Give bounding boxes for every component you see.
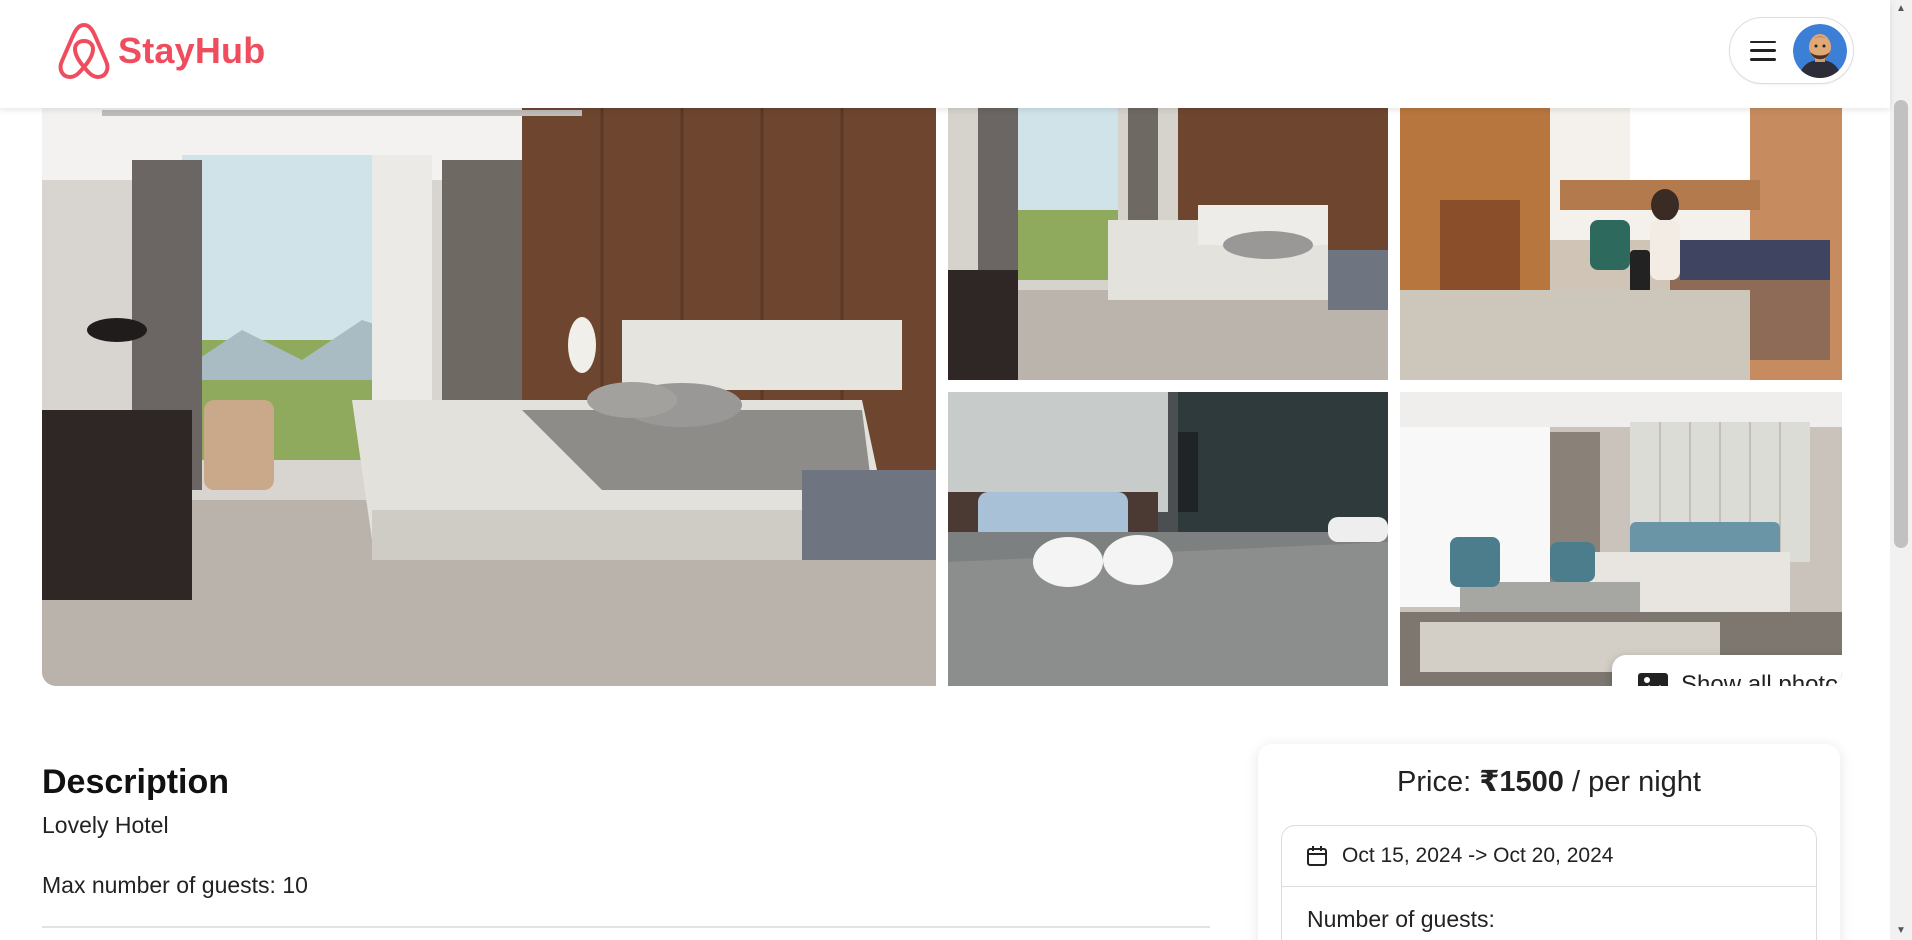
photo-gallery: Show all photos: [42, 40, 1842, 686]
booking-form: Oct 15, 2024 -> Oct 20, 2024 Number of g…: [1281, 825, 1817, 940]
date-range-value: Oct 15, 2024 -> Oct 20, 2024: [1342, 844, 1614, 867]
image-icon: [1638, 672, 1668, 686]
section-divider: [42, 926, 1210, 928]
hotel-room-main-photo[interactable]: [42, 40, 936, 686]
calendar-icon: [1307, 846, 1327, 866]
user-menu-button[interactable]: [1729, 17, 1854, 84]
scroll-down-arrow-icon[interactable]: ▼: [1890, 922, 1912, 940]
price-line: Price: ₹1500 / per night: [1258, 764, 1840, 799]
description-text: Lovely Hotel: [42, 812, 169, 838]
guests-label: Number of guests:: [1307, 906, 1495, 932]
user-avatar: [1793, 23, 1847, 78]
hamburger-icon: [1750, 40, 1776, 61]
hotel-room-photo-4[interactable]: [948, 392, 1388, 686]
show-all-photos-label: Show all photos: [1681, 670, 1842, 687]
brand-name: StayHub: [118, 30, 266, 71]
price-prefix: Price:: [1397, 766, 1480, 798]
max-guests-text: Max number of guests: 10: [42, 872, 308, 898]
scroll-up-arrow-icon[interactable]: ▲: [1890, 0, 1912, 18]
date-range-picker[interactable]: Oct 15, 2024 -> Oct 20, 2024: [1282, 826, 1816, 887]
show-all-photos-button[interactable]: Show all photos: [1612, 655, 1842, 686]
description-heading: Description: [42, 763, 230, 801]
top-header: StayHub: [0, 0, 1890, 108]
hotel-room-photo-5[interactable]: [1400, 392, 1842, 686]
price-value: ₹1500: [1479, 766, 1564, 798]
page-scrollbar[interactable]: ▲ ▼: [1890, 0, 1912, 940]
logo-icon: [58, 23, 110, 79]
brand-logo[interactable]: StayHub: [55, 19, 265, 83]
scrollbar-thumb[interactable]: [1894, 100, 1908, 548]
booking-card: Price: ₹1500 / per night Oct 15, 2024 ->…: [1258, 744, 1840, 940]
price-suffix: / per night: [1563, 766, 1701, 798]
